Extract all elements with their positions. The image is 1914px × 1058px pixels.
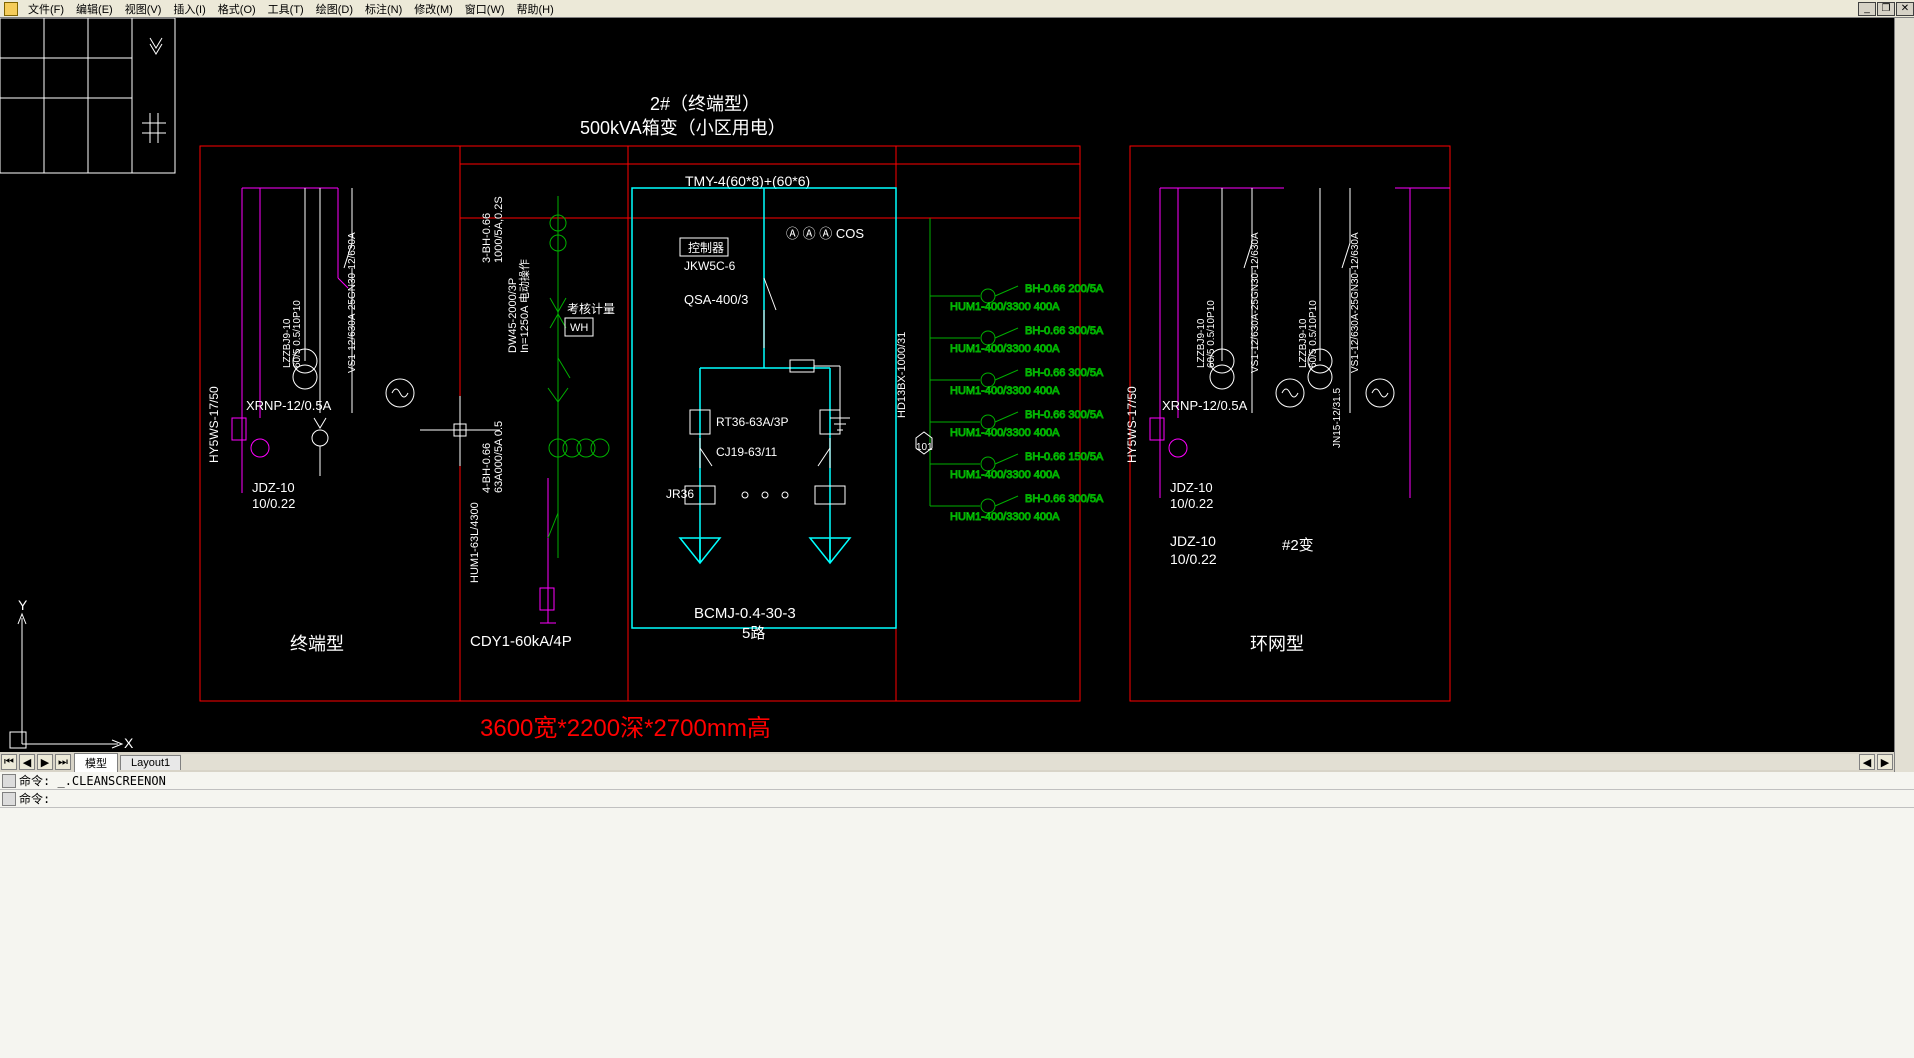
menu-file[interactable]: 文件(F) — [24, 1, 68, 17]
hscroll-left-icon[interactable]: ◀ — [1859, 754, 1875, 770]
minimize-button[interactable]: _ — [1858, 2, 1876, 16]
ct-b: 1000/5A,0.2S — [493, 196, 505, 263]
restore-button[interactable]: ❐ — [1877, 2, 1895, 16]
ct2-a: 4-BH-0.66 — [481, 443, 493, 493]
tab-prev-icon[interactable]: ◀ — [19, 754, 35, 770]
ct-a: 3-BH-0.66 — [481, 213, 493, 263]
lzz-b: 60/5 0.5/10P10 — [292, 300, 303, 368]
menu-bar: 文件(F) 编辑(E) 视图(V) 插入(I) 格式(O) 工具(T) 绘图(D… — [0, 0, 1914, 18]
xrnp-label: XRNP-12/0.5A — [246, 398, 332, 413]
menu-draw[interactable]: 绘图(D) — [312, 1, 357, 17]
menu-edit[interactable]: 编辑(E) — [72, 1, 117, 17]
feeder-mccb: HUM1-400/3300 400A — [950, 301, 1060, 313]
r-xrnp: XRNP-12/0.5A — [1162, 398, 1248, 413]
r-vs1b: VS1-12/630A-25GN30-12/630A — [1350, 232, 1361, 373]
r-jdz2-b: 10/0.22 — [1170, 551, 1217, 567]
menu-view[interactable]: 视图(V) — [121, 1, 166, 17]
r-jn-b: 60/5 0.5/10P10 — [1308, 300, 1319, 368]
right-cabinet-label: 环网型 — [1250, 634, 1304, 654]
r-vs1: VS1-12/630A-25GN30-12/630A — [1250, 232, 1261, 373]
feeder-ct: BH-0.66 300/5A — [1025, 409, 1104, 421]
title-line2: 500kVA箱变（小区用电） — [580, 118, 786, 138]
busbar-label: TMY-4(60*8)+(60*6) — [685, 173, 810, 189]
menu-tools[interactable]: 工具(T) — [264, 1, 308, 17]
feeder-ct: BH-0.66 300/5A — [1025, 367, 1104, 379]
fuse-label: RT36-63A/3P — [716, 415, 789, 429]
r-lzz-b: 60/5 0.5/10P10 — [1206, 300, 1217, 368]
feeder-ct: BH-0.66 200/5A — [1025, 283, 1104, 295]
tx2-label: #2变 — [1282, 537, 1314, 554]
feeder-ct: BH-0.66 150/5A — [1025, 451, 1104, 463]
close-button[interactable]: ✕ — [1896, 2, 1914, 16]
vs1-label: VS1-12/630A-25GN30-12/630A — [347, 232, 358, 373]
vertical-scrollbar[interactable] — [1894, 18, 1914, 772]
tab-layout1[interactable]: Layout1 — [120, 755, 181, 770]
command-window: 命令: _.CLEANSCREENON 命令: — [0, 772, 1914, 1058]
feeder-mccb: HUM1-400/3300 400A — [950, 469, 1060, 481]
dw45-b: In=1250A 电动操作 — [517, 259, 531, 353]
contactor-label: CJ19-63/11 — [716, 445, 777, 459]
cmd-prompt-1: 命令: — [19, 772, 50, 789]
menu-insert[interactable]: 插入(I) — [169, 1, 209, 17]
hd13-label: HD13BX-1000/31 — [896, 332, 908, 418]
cmd-grip-icon[interactable] — [2, 774, 16, 788]
ucs-y: Y — [18, 597, 28, 613]
cmd-history: _.CLEANSCREENON — [57, 774, 165, 788]
marker-101: 101 — [916, 442, 933, 453]
hscroll-right-icon[interactable]: ▶ — [1877, 754, 1893, 770]
ct2-b: 63A000/5A 0.5 — [493, 421, 505, 493]
ucs-x: X — [124, 735, 134, 751]
window-controls: _ ❐ ✕ — [1857, 2, 1914, 16]
jdz-a: JDZ-10 — [252, 480, 295, 495]
tab-last-icon[interactable]: ⏭ — [55, 754, 71, 770]
bank-a: BCMJ-0.4-30-3 — [694, 605, 796, 622]
r-jdz2-a: JDZ-10 — [1170, 533, 1216, 549]
menu-help[interactable]: 帮助(H) — [513, 1, 558, 17]
r-hy: HY5WS-17/50 — [1125, 386, 1139, 463]
feeder-mccb: HUM1-400/3300 400A — [950, 385, 1060, 397]
hy-label: HY5WS-17/50 — [207, 386, 221, 463]
r-jdz-a: JDZ-10 — [1170, 480, 1213, 495]
menu-window[interactable]: 窗口(W) — [461, 1, 509, 17]
title-line1: 2#（终端型） — [650, 94, 760, 114]
bank-b: 5路 — [742, 625, 765, 642]
left-cabinet-label: 终端型 — [290, 634, 344, 654]
menu-modify[interactable]: 修改(M) — [410, 1, 457, 17]
feeder-mccb: HUM1-400/3300 400A — [950, 511, 1060, 523]
r-jdz-b: 10/0.22 — [1170, 496, 1213, 511]
feeder-ct: BH-0.66 300/5A — [1025, 325, 1104, 337]
cmd-prompt-2: 命令: — [19, 790, 50, 807]
relay-label: JR36 — [666, 487, 694, 501]
menu-dim[interactable]: 标注(N) — [361, 1, 406, 17]
hscroll-track[interactable]: ◀ ▶ — [181, 754, 1894, 770]
qsa-label: QSA-400/3 — [684, 292, 748, 307]
controller-a: 控制器 — [688, 241, 724, 255]
jdz-b: 10/0.22 — [252, 496, 295, 511]
feeder-ct: BH-0.66 300/5A — [1025, 493, 1104, 505]
meter-label: 考核计量 — [567, 302, 615, 316]
wh-label: WH — [570, 322, 588, 334]
r-jn15: JN15-12/31.5 — [1332, 388, 1343, 448]
tab-model[interactable]: 模型 — [74, 753, 118, 772]
cmd-grip-icon-2[interactable] — [2, 792, 16, 806]
controller-b: JKW5C-6 — [684, 259, 736, 273]
app-icon — [4, 2, 18, 16]
mccb-63: HUM1-63L/4300 — [469, 502, 481, 583]
drawing-canvas[interactable]: 2#（终端型） 500kVA箱变（小区用电） TMY-4(60*8)+(60*6… — [0, 18, 1894, 752]
feeder-mccb: HUM1-400/3300 400A — [950, 427, 1060, 439]
dimension-note: 3600宽*2200深*2700mm高 — [480, 715, 771, 742]
feeder-mccb: HUM1-400/3300 400A — [950, 343, 1060, 355]
tab-first-icon[interactable]: ⏮ — [1, 754, 17, 770]
tab-next-icon[interactable]: ▶ — [37, 754, 53, 770]
layout-tabs: ⏮ ◀ ▶ ⏭ 模型 Layout1 ◀ ▶ — [0, 752, 1894, 772]
menu-format[interactable]: 格式(O) — [214, 1, 260, 17]
dw45-a: DW45-2000/3P — [507, 278, 519, 353]
meters-aaa: Ⓐ Ⓐ Ⓐ COS — [786, 226, 864, 241]
spd-label: CDY1-60kA/4P — [470, 633, 572, 650]
